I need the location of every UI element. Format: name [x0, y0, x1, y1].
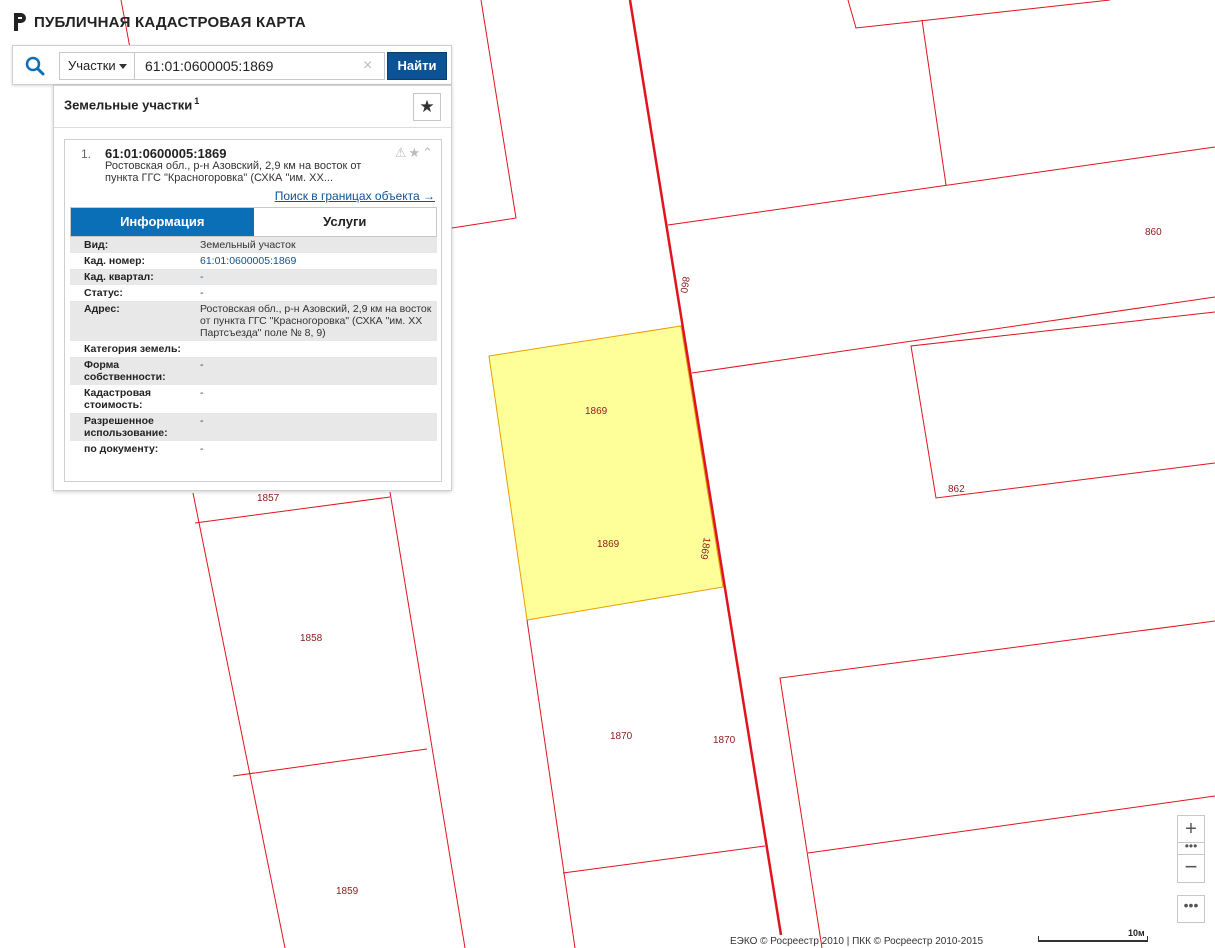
parcel-label: 1870 [713, 735, 736, 746]
parcel-label: 860 [677, 276, 691, 295]
info-key: Вид: [84, 239, 109, 251]
result-number: 1. [81, 147, 92, 161]
selected-parcel-1869[interactable] [488, 325, 724, 621]
search-icon[interactable] [25, 56, 45, 76]
result-address: Ростовская обл., р-н Азовский, 2,9 км на… [105, 160, 362, 184]
parcel-label: 1869 [585, 406, 608, 417]
info-value-link[interactable]: - [194, 269, 437, 285]
info-row: Разрешенное использование: - [70, 413, 437, 441]
more-options-button[interactable]: ••• [1177, 895, 1205, 923]
info-key: Кад. квартал: [84, 271, 154, 283]
zoom-out-button[interactable]: − [1177, 855, 1205, 883]
find-button[interactable]: Найти [387, 52, 447, 80]
search-panel: Участки 61:01:0600005:1869 × Найти [12, 45, 452, 85]
info-value: - [200, 287, 204, 299]
info-key: Форма собственности: [84, 359, 166, 383]
info-key: Кадастровая стоимость: [84, 387, 151, 411]
info-value: Земельный участок [200, 239, 296, 251]
info-row: Статус: - [70, 285, 437, 301]
rosreestr-logo-icon [14, 13, 26, 31]
clear-icon[interactable]: × [363, 58, 372, 74]
info-row: Категория земель: [70, 341, 437, 357]
info-value-link[interactable]: 61:01:0600005:1869 [194, 253, 437, 269]
object-type-label: Участки [68, 58, 116, 73]
chevron-up-icon[interactable]: ⌃ [422, 145, 435, 160]
tab-info[interactable]: Информация [71, 208, 254, 236]
info-key: Кад. номер: [84, 255, 146, 267]
result-cadnum[interactable]: 61:01:0600005:1869 [105, 146, 226, 161]
info-key: Категория земель: [84, 343, 181, 355]
parcel-label: 862 [948, 484, 965, 495]
divider [54, 127, 451, 128]
search-input[interactable]: 61:01:0600005:1869 [135, 52, 385, 80]
parcel-label: 860 [1145, 227, 1162, 238]
results-panel: Земельные участки 1 ★ 1. 61:01:0600005:18… [53, 85, 452, 491]
favorites-star-button[interactable]: ★ [413, 93, 441, 121]
app-header: ПУБЛИЧНАЯ КАДАСТРОВАЯ КАРТА [12, 10, 306, 34]
info-value: - [200, 443, 204, 455]
parcel-label: 1859 [336, 886, 359, 897]
results-title-text: Земельные участки [64, 97, 193, 113]
object-type-select[interactable]: Участки [59, 52, 135, 80]
parcel-label: 1858 [300, 633, 323, 644]
info-value: Ростовская обл., р-н Азовский, 2,9 км на… [200, 303, 432, 339]
info-value: - [200, 387, 204, 399]
parcel-label: 1857 [257, 493, 280, 504]
result-card: 1. 61:01:0600005:1869 Ростовская обл., р… [64, 139, 442, 482]
scale-label: 10м [1128, 928, 1145, 938]
info-row: Форма собственности: - [70, 357, 437, 385]
results-count: 1 [194, 96, 200, 106]
tab-services[interactable]: Услуги [253, 208, 436, 236]
info-key: Статус: [84, 287, 123, 299]
map-attribution: ЕЭКО © Росреестр 2010 | ПКК © Росреестр … [730, 936, 984, 947]
info-row: Кадастровая стоимость: - [70, 385, 437, 413]
info-row: Кад. номер: 61:01:0600005:1869 [70, 253, 437, 269]
star-icon[interactable]: ★ [408, 145, 422, 160]
info-key: по документу: [84, 443, 159, 455]
app-title: ПУБЛИЧНАЯ КАДАСТРОВАЯ КАРТА [34, 13, 306, 31]
info-row: Вид: Земельный участок [70, 237, 437, 253]
info-value: - [200, 415, 204, 427]
search-in-bounds-link[interactable]: Поиск в границах объекта → [275, 189, 435, 203]
parcel-label: 1869 [597, 539, 620, 550]
results-title: Земельные участки 1 [64, 96, 199, 112]
warning-icon[interactable]: ⚠ [395, 145, 409, 160]
info-key: Разрешенное использование: [84, 415, 168, 439]
result-tabs: Информация Услуги [70, 207, 437, 237]
info-table: Вид: Земельный участок Кад. номер: 61:01:0… [70, 237, 437, 457]
info-row: Адрес: Ростовская обл., р-н Азовский, 2,9… [70, 301, 437, 341]
caret-down-icon [119, 64, 127, 69]
parcel-label: 1870 [610, 731, 633, 742]
info-value [194, 341, 437, 357]
info-value: - [200, 359, 204, 371]
info-key: Адрес: [84, 303, 120, 315]
info-row: Кад. квартал: - [70, 269, 437, 285]
info-row: по документу: - [70, 441, 437, 457]
card-icons: ⚠★⌃ [395, 145, 435, 161]
